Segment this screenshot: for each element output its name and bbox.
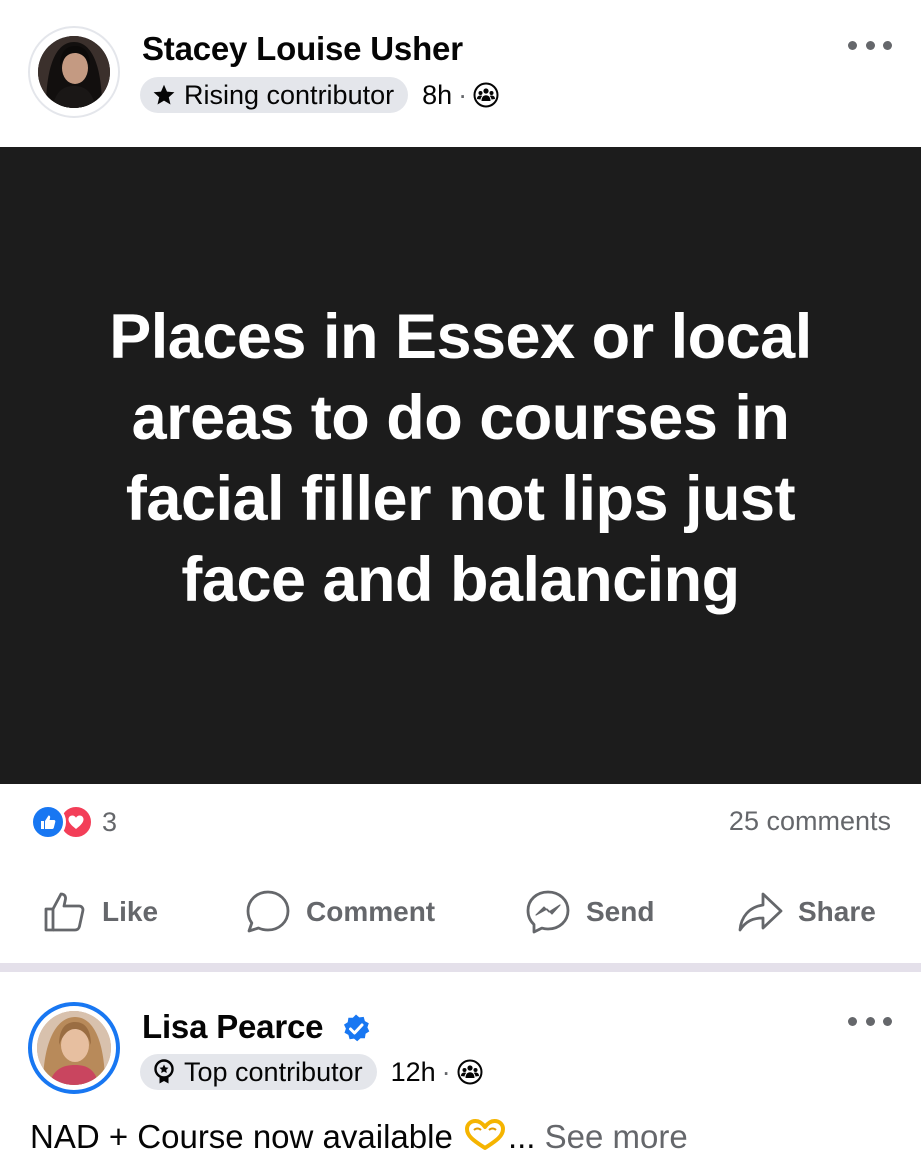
author-name-row: Lisa Pearce xyxy=(142,1008,372,1046)
post-text-card[interactable]: Places in Essex or local areas to do cou… xyxy=(0,147,921,784)
more-options-button[interactable] xyxy=(842,1006,898,1036)
star-icon xyxy=(153,84,175,105)
post-time[interactable]: 8h xyxy=(422,80,452,111)
like-reaction-icon xyxy=(30,804,66,840)
post-text: NAD + Course now available xyxy=(30,1118,462,1155)
post-text-row: NAD + Course now available ... See more xyxy=(30,1118,688,1156)
meta-separator: · xyxy=(441,1056,451,1087)
more-options-button[interactable] xyxy=(842,30,898,60)
messenger-icon xyxy=(526,890,570,934)
avatar-image xyxy=(37,1011,111,1085)
group-icon xyxy=(473,82,499,108)
meta-separator: · xyxy=(458,79,468,110)
verified-badge-icon xyxy=(344,1014,370,1042)
author-name[interactable]: Stacey Louise Usher xyxy=(142,30,463,68)
comment-icon xyxy=(246,890,290,933)
comments-count[interactable]: 25 comments xyxy=(729,806,891,837)
badge-label: Rising contributor xyxy=(184,79,395,110)
post-time[interactable]: 12h xyxy=(391,1057,436,1088)
see-more-link[interactable]: See more xyxy=(545,1118,688,1155)
rising-contributor-badge[interactable]: Rising contributor xyxy=(140,77,409,113)
more-dot-icon xyxy=(848,1016,857,1026)
post-text: Places in Essex or local areas to do cou… xyxy=(109,301,812,615)
more-dot-icon xyxy=(848,40,857,50)
feed-separator xyxy=(0,963,921,972)
avatar[interactable] xyxy=(28,26,120,118)
avatar-image xyxy=(38,36,110,108)
thumbs-up-icon xyxy=(44,892,85,932)
award-icon xyxy=(154,1059,174,1084)
share-label: Share xyxy=(798,896,876,927)
avatar-photo-icon xyxy=(37,1011,111,1085)
post-meta: Rising contributor 8h · xyxy=(140,76,499,114)
badge-label: Top contributor xyxy=(184,1056,363,1087)
more-dot-icon xyxy=(865,40,875,50)
like-label: Like xyxy=(102,896,159,927)
ellipsis: ... xyxy=(507,1118,536,1155)
top-contributor-badge[interactable]: Top contributor xyxy=(140,1054,377,1090)
group-icon xyxy=(457,1059,483,1085)
share-icon xyxy=(738,892,783,932)
post-actions: Like Comment Send Share xyxy=(0,880,921,944)
more-dot-icon xyxy=(883,1016,892,1026)
more-dot-icon xyxy=(883,40,892,50)
author-name[interactable]: Lisa Pearce xyxy=(142,1008,323,1045)
avatar-photo-icon xyxy=(38,36,110,108)
more-dot-icon xyxy=(865,1016,875,1026)
post-meta: Top contributor 12h · xyxy=(140,1053,483,1091)
send-label: Send xyxy=(586,896,655,927)
comment-label: Comment xyxy=(306,896,436,927)
heart-hands-emoji xyxy=(464,1119,505,1150)
share-button[interactable]: Share xyxy=(736,880,876,944)
like-button[interactable]: Like xyxy=(42,880,158,944)
send-button[interactable]: Send xyxy=(524,880,654,944)
reaction-icons[interactable]: 3 xyxy=(30,804,117,840)
reactions-summary: 3 25 comments xyxy=(0,800,921,846)
avatar[interactable] xyxy=(28,1002,120,1094)
reaction-count: 3 xyxy=(102,806,118,837)
comment-button[interactable]: Comment xyxy=(244,880,435,944)
